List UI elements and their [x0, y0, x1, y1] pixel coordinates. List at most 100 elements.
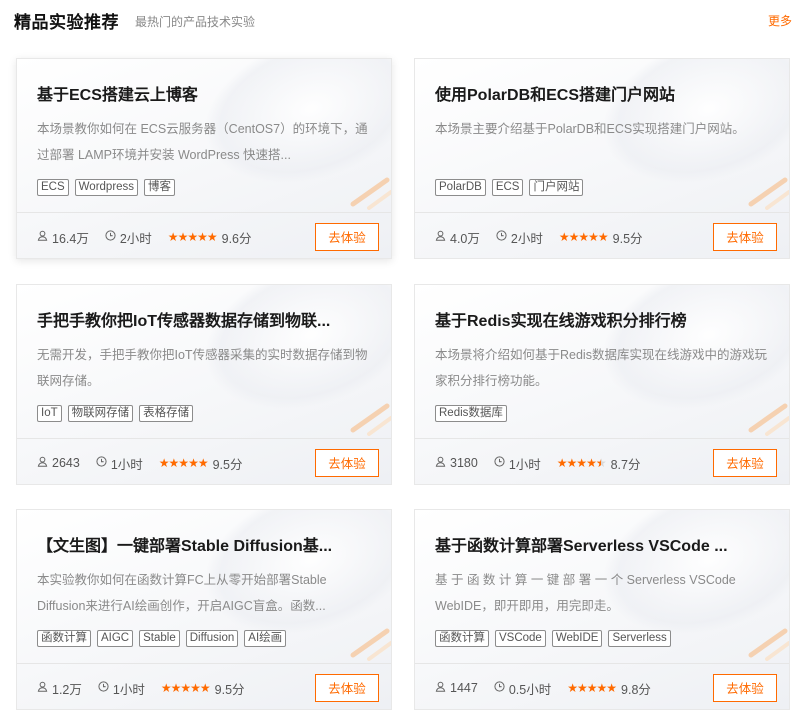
user-count: 3180 [435, 456, 478, 470]
card-corner-decoration [350, 403, 391, 436]
try-button[interactable]: 去体验 [315, 223, 379, 251]
card-divider [415, 438, 789, 439]
user-icon [435, 230, 450, 244]
star-icon: ★ [197, 230, 208, 244]
tag[interactable]: 物联网存储 [67, 405, 134, 422]
duration: 2小时 [496, 228, 543, 247]
card-divider [415, 663, 789, 664]
user-count: 4.0万 [435, 228, 480, 247]
user-count: 2643 [37, 456, 80, 470]
star-icon: ★ [568, 230, 580, 244]
try-button[interactable]: 去体验 [713, 449, 777, 477]
duration-value: 1小时 [112, 682, 145, 697]
card-divider [17, 212, 391, 213]
card-title[interactable]: 使用PolarDB和ECS搭建门户网站 [435, 81, 775, 105]
star-icon: ★ [566, 456, 578, 470]
card-divider [415, 212, 789, 213]
card-corner-decoration [748, 403, 789, 436]
user-icon [435, 456, 450, 470]
tag[interactable]: WebIDE [551, 630, 603, 647]
lab-card[interactable]: 【文生图】一键部署Stable Diffusion基... 本实验教你如何在函数… [16, 509, 392, 710]
section-header: 精品实验推荐 最热门的产品技术实验 更多 [14, 8, 792, 32]
card-divider [17, 438, 391, 439]
card-footer: 1447 0.5小时 ★ ★ ★ ★ ★ 9.8分 去体验 [435, 673, 777, 703]
rating-stars: ★ ★ ★ ★ ★ [567, 681, 617, 695]
try-button[interactable]: 去体验 [713, 223, 777, 251]
rating-stars: ★ ★ ★ ★ ★ [158, 456, 209, 470]
try-button[interactable]: 去体验 [713, 674, 777, 702]
tag[interactable]: VSCode [495, 630, 546, 647]
user-icon [37, 456, 52, 470]
tag[interactable]: AI绘画 [244, 630, 287, 647]
star-icon: ★ [180, 681, 191, 695]
duration-value: 1小时 [508, 457, 541, 472]
tag[interactable]: 表格存储 [139, 405, 194, 422]
try-button[interactable]: 去体验 [315, 674, 379, 702]
tag[interactable]: 门户网站 [529, 179, 584, 196]
card-description: 本场景教你如何在 ECS云服务器（CentOS7）的环境下，通过部署 LAMP环… [37, 122, 368, 162]
lab-card[interactable]: 手把手教你把IoT传感器数据存储到物联... 无需开发，手把手教你把IoT传感器… [16, 284, 392, 485]
tag[interactable]: Wordpress [74, 179, 139, 196]
tag-list: PolarDB ECS 门户网站 [435, 179, 584, 196]
tag[interactable]: 博客 [144, 179, 176, 196]
tag[interactable]: ECS [37, 179, 69, 196]
card-title[interactable]: 手把手教你把IoT传感器数据存储到物联... [37, 307, 377, 331]
tag[interactable]: Stable [139, 630, 180, 647]
star-icon: ★ [576, 456, 587, 470]
tag[interactable]: 函数计算 [435, 630, 489, 647]
card-footer: 3180 1小时 ★★★★★ 8.7分 去体验 [435, 448, 777, 478]
card-title[interactable]: 基于ECS搭建云上博客 [37, 81, 377, 105]
star-icon: ★ [197, 456, 209, 470]
star-icon: ★ [178, 456, 189, 470]
user-icon [37, 230, 52, 244]
card-corner-decoration [748, 177, 789, 210]
user-count-value: 2643 [52, 456, 80, 470]
more-link[interactable]: 更多 [768, 12, 792, 29]
clock-icon [105, 230, 120, 244]
tag-list: 函数计算 AIGC Stable Diffusion AI绘画 [37, 630, 287, 647]
card-description: 本实验教你如何在函数计算FC上从零开始部署Stable Diffusion来进行… [37, 573, 327, 613]
tag-list: IoT 物联网存储 表格存储 [37, 405, 194, 422]
tag[interactable]: Diffusion [185, 630, 239, 647]
duration: 0.5小时 [494, 679, 551, 698]
tag[interactable]: Redis数据库 [435, 405, 507, 422]
duration-value: 1小时 [110, 457, 143, 472]
tag[interactable]: AIGC [97, 630, 134, 647]
user-count-value: 1.2万 [52, 682, 82, 697]
star-icon: ★ [187, 230, 198, 244]
tag[interactable]: ECS [491, 179, 524, 196]
lab-card[interactable]: 使用PolarDB和ECS搭建门户网站 本场景主要介绍基于PolarDB和ECS… [414, 58, 790, 259]
section-subtitle: 最热门的产品技术实验 [135, 14, 256, 29]
user-icon [37, 681, 52, 695]
card-title[interactable]: 【文生图】一键部署Stable Diffusion基... [37, 532, 377, 556]
card-divider [17, 663, 391, 664]
lab-card[interactable]: 基于ECS搭建云上博客 本场景教你如何在 ECS云服务器（CentOS7）的环境… [16, 58, 392, 259]
duration-value: 2小时 [510, 231, 543, 246]
rating-score: 9.5分 [612, 231, 643, 246]
star-icon: ★ [158, 456, 170, 470]
clock-icon [494, 456, 509, 470]
card-description: 基 于 函 数 计 算 一 键 部 署 一 个 Serverless VSCod… [435, 573, 736, 613]
clock-icon [96, 456, 111, 470]
tag[interactable]: 函数计算 [37, 630, 91, 647]
card-footer: 2643 1小时 ★ ★ ★ ★ ★ 9.5分 去体验 [37, 448, 379, 478]
duration: 1小时 [494, 454, 541, 473]
star-icon: ★ [160, 681, 172, 695]
star-icon: ★ [199, 681, 211, 695]
user-icon [435, 681, 450, 695]
card-description: 本场景主要介绍基于PolarDB和ECS实现搭建门户网站。 [435, 122, 745, 136]
tag[interactable]: IoT [37, 405, 62, 422]
card-title[interactable]: 基于函数计算部署Serverless VSCode ... [435, 532, 775, 556]
card-description: 无需开发，手把手教你把IoT传感器采集的实时数据存储到物联网存储。 [37, 348, 368, 388]
rating-stars: ★ ★ ★ ★ ★ [559, 230, 609, 244]
lab-card[interactable]: 基于Redis实现在线游戏积分排行榜 本场景将介绍如何基于Redis数据库实现在… [414, 284, 790, 485]
tag[interactable]: PolarDB [435, 179, 486, 196]
star-icon: ★ [597, 230, 609, 244]
star-icon: ★ [168, 456, 180, 470]
user-count: 16.4万 [37, 228, 89, 247]
try-button[interactable]: 去体验 [315, 449, 379, 477]
user-count-value: 4.0万 [450, 231, 480, 246]
lab-card[interactable]: 基于函数计算部署Serverless VSCode ... 基 于 函 数 计 … [414, 509, 790, 710]
card-title[interactable]: 基于Redis实现在线游戏积分排行榜 [435, 307, 775, 331]
tag[interactable]: Serverless [608, 630, 671, 647]
